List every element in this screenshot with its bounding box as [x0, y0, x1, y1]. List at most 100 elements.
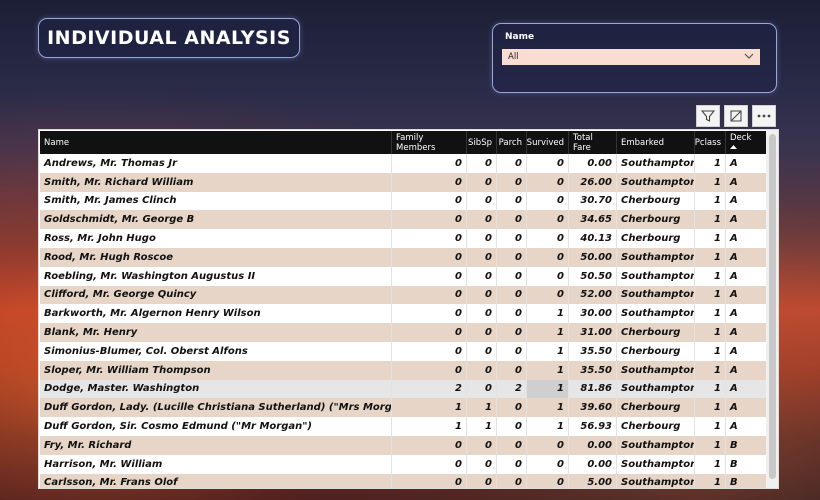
cell-pclass: 1	[695, 285, 726, 305]
cell-family-members: 2	[392, 379, 467, 399]
cell-embarked: Cherbourg	[617, 417, 695, 436]
column-header-pclass[interactable]: Pclass	[695, 131, 726, 154]
name-dropdown[interactable]: All	[502, 49, 760, 65]
cell-pclass: 1	[695, 379, 726, 399]
table-row[interactable]: Sloper, Mr. William Thompson 0 0 0 1 35.50 Sou…	[40, 360, 767, 380]
cell-survived: 1	[527, 398, 569, 418]
cell-deck: A	[726, 229, 767, 248]
cell-embarked: Cherbourg	[617, 191, 695, 211]
deck-header-label: Deck	[730, 132, 752, 143]
table-row[interactable]: Fry, Mr. Richard 0 0 0 0 0.00 Southampton 1 B	[40, 435, 767, 455]
cell-total-fare: 35.50	[569, 360, 617, 380]
name-slicer[interactable]: Name All	[492, 23, 777, 93]
cell-deck: A	[726, 379, 767, 399]
cell-total-fare: 56.93	[569, 417, 617, 436]
cell-deck: A	[726, 341, 767, 361]
table-row[interactable]: Duff Gordon, Lady. (Lucille Christiana S…	[40, 398, 767, 418]
cell-family-members: 0	[392, 435, 467, 455]
cell-total-fare: 0.00	[569, 154, 617, 173]
cell-embarked: Southampton	[617, 435, 695, 455]
table-row[interactable]: Duff Gordon, Sir. Cosmo Edmund ("Mr Morg…	[40, 417, 767, 436]
cell-sibsp: 0	[467, 341, 497, 361]
column-header-sibsp[interactable]: SibSp	[467, 131, 497, 154]
cell-sibsp: 0	[467, 473, 497, 488]
table-row[interactable]: Clifford, Mr. George Quincy 0 0 0 0 52.00 Sout…	[40, 285, 767, 305]
table-row[interactable]: Carlsson, Mr. Frans Olof 0 0 0 0 5.00 Southamp…	[40, 473, 767, 488]
cell-name: Rood, Mr. Hugh Roscoe	[40, 247, 392, 267]
scrollbar-thumb[interactable]	[769, 134, 776, 479]
table-row[interactable]: Ross, Mr. John Hugo 0 0 0 0 40.13 Cherbourg 1 A	[40, 229, 767, 248]
cell-deck: A	[726, 247, 767, 267]
cell-sibsp: 0	[467, 435, 497, 455]
cell-survived: 0	[527, 191, 569, 211]
table-row[interactable]: Harrison, Mr. William 0 0 0 0 0.00 Southampton…	[40, 454, 767, 474]
cell-name: Duff Gordon, Lady. (Lucille Christiana S…	[40, 398, 392, 418]
column-header-parch[interactable]: Parch	[497, 131, 527, 154]
table-row[interactable]: Smith, Mr. James Clinch 0 0 0 0 30.70 Cherbour…	[40, 191, 767, 211]
cell-family-members: 0	[392, 154, 467, 173]
cell-sibsp: 1	[467, 417, 497, 436]
cell-name: Smith, Mr. James Clinch	[40, 191, 392, 211]
cell-survived: 0	[527, 172, 569, 192]
table-row[interactable]: Dodge, Master. Washington 2 0 2 1 81.86 Southa…	[40, 379, 767, 399]
filter-icon[interactable]	[696, 105, 720, 127]
table-row[interactable]: Andrews, Mr. Thomas Jr 0 0 0 0 0.00 Southampto…	[40, 154, 767, 173]
table-row[interactable]: Smith, Mr. Richard William 0 0 0 0 26.00 South…	[40, 172, 767, 192]
table-row[interactable]: Goldschmidt, Mr. George B 0 0 0 0 34.65 Cherbo…	[40, 210, 767, 230]
cell-deck: A	[726, 417, 767, 436]
cell-embarked: Southampton	[617, 172, 695, 192]
cell-embarked: Southampton	[617, 304, 695, 324]
cell-name: Smith, Mr. Richard William	[40, 172, 392, 192]
cell-parch: 0	[497, 454, 527, 474]
cell-survived: 1	[527, 323, 569, 342]
cell-total-fare: 0.00	[569, 454, 617, 474]
column-header-embarked[interactable]: Embarked	[617, 131, 695, 154]
column-header-name[interactable]: Name	[40, 131, 392, 154]
dropdown-value: All	[508, 52, 519, 62]
focus-mode-icon[interactable]	[724, 105, 748, 127]
vertical-scrollbar[interactable]	[766, 130, 778, 488]
cell-family-members: 0	[392, 191, 467, 211]
cell-pclass: 1	[695, 191, 726, 211]
cell-survived: 1	[527, 417, 569, 436]
table-row[interactable]: Barkworth, Mr. Algernon Henry Wilson 0 0 0 1…	[40, 304, 767, 324]
cell-parch: 0	[497, 473, 527, 488]
table-header: Name Family Members SibSp Parch Survived…	[40, 131, 767, 154]
cell-total-fare: 40.13	[569, 229, 617, 248]
column-header-survived[interactable]: Survived	[527, 131, 569, 154]
cell-sibsp: 0	[467, 266, 497, 286]
cell-name: Clifford, Mr. George Quincy	[40, 285, 392, 305]
cell-name: Roebling, Mr. Washington Augustus II	[40, 266, 392, 286]
table-row[interactable]: Rood, Mr. Hugh Roscoe 0 0 0 0 50.00 Southampto…	[40, 247, 767, 267]
cell-total-fare: 26.00	[569, 172, 617, 192]
table-row[interactable]: Blank, Mr. Henry 0 0 0 1 31.00 Cherbourg 1 A	[40, 323, 767, 342]
passenger-table[interactable]: Name Family Members SibSp Parch Survived…	[38, 129, 779, 489]
cell-embarked: Southampton	[617, 154, 695, 173]
cell-embarked: Southampton	[617, 473, 695, 488]
cell-parch: 0	[497, 285, 527, 305]
cell-name: Blank, Mr. Henry	[40, 323, 392, 342]
cell-sibsp: 0	[467, 454, 497, 474]
cell-family-members: 0	[392, 210, 467, 230]
cell-embarked: Cherbourg	[617, 210, 695, 230]
cell-name: Carlsson, Mr. Frans Olof	[40, 473, 392, 488]
column-header-family-members[interactable]: Family Members	[392, 131, 467, 154]
column-header-deck[interactable]: Deck	[726, 131, 767, 154]
cell-survived: 1	[527, 379, 569, 399]
cell-sibsp: 0	[467, 247, 497, 267]
column-header-total-fare[interactable]: Total Fare	[569, 131, 617, 154]
cell-parch: 0	[497, 266, 527, 286]
cell-sibsp: 0	[467, 285, 497, 305]
table-row[interactable]: Simonius-Blumer, Col. Oberst Alfons 0 0 0 1 3…	[40, 341, 767, 361]
cell-name: Harrison, Mr. William	[40, 454, 392, 474]
cell-deck: A	[726, 323, 767, 342]
cell-survived: 1	[527, 304, 569, 324]
cell-embarked: Southampton	[617, 247, 695, 267]
table-row[interactable]: Roebling, Mr. Washington Augustus II 0 0 0 0…	[40, 266, 767, 286]
cell-sibsp: 0	[467, 229, 497, 248]
report-title-card: INDIVIDUAL ANALYSIS	[38, 18, 300, 58]
cell-total-fare: 81.86	[569, 379, 617, 399]
more-options-icon[interactable]	[752, 105, 776, 127]
cell-deck: A	[726, 210, 767, 230]
cell-parch: 2	[497, 379, 527, 399]
